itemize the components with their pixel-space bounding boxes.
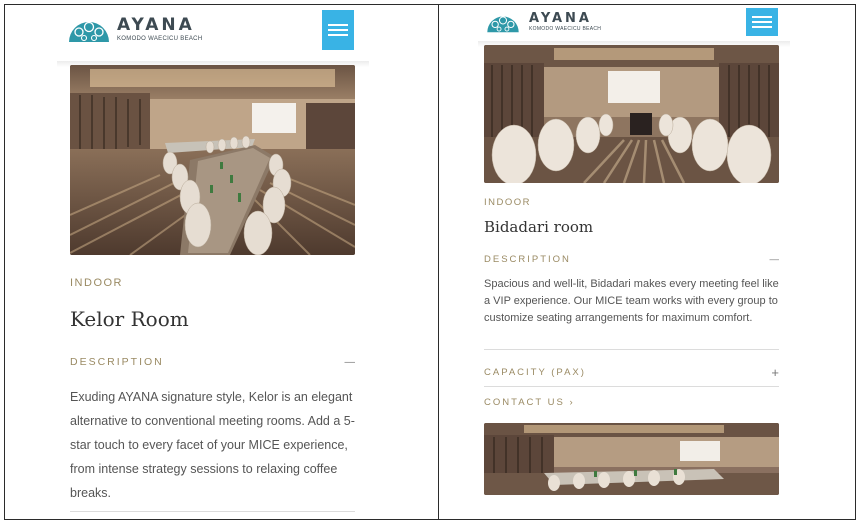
- description-label: DESCRIPTION: [70, 356, 164, 368]
- section-divider: [484, 349, 779, 350]
- ayana-emblem-icon: [69, 21, 109, 42]
- brand-subtitle: KOMODO WAECICU BEACH: [529, 25, 602, 32]
- collapse-icon: —: [344, 356, 356, 368]
- brand-subtitle: KOMODO WAECICU BEACH: [117, 35, 203, 42]
- kelor-room-screen: AYANA KOMODO WAECICU BEACH INDOOR Kelor …: [5, 5, 437, 519]
- panel-divider: [438, 4, 439, 520]
- description-label: DESCRIPTION: [484, 254, 571, 265]
- ayana-emblem-icon: [487, 16, 519, 33]
- menu-button[interactable]: [746, 8, 778, 36]
- brand-name: AYANA: [117, 14, 195, 35]
- description-toggle[interactable]: DESCRIPTION —: [70, 356, 355, 368]
- room-title: Kelor Room: [70, 307, 189, 331]
- bidadari-room-screen: AYANA KOMODO WAECICU BEACH INDOOR Bidada…: [440, 5, 855, 519]
- collapse-icon: —: [769, 254, 780, 265]
- capacity-toggle[interactable]: CAPACITY (PAX) +: [484, 365, 779, 380]
- room-description: Exuding AYANA signature style, Kelor is …: [70, 390, 355, 500]
- expand-icon: +: [771, 365, 779, 380]
- ayana-logo[interactable]: AYANA KOMODO WAECICU BEACH: [483, 11, 601, 33]
- room-title: Bidadari room: [484, 218, 594, 236]
- section-divider: [70, 511, 355, 512]
- hamburger-icon: [328, 24, 348, 26]
- capacity-label: CAPACITY (PAX): [484, 367, 586, 378]
- section-divider: [484, 386, 779, 387]
- menu-button[interactable]: [322, 10, 354, 50]
- room-category: INDOOR: [484, 197, 531, 208]
- kelor-room-photo: [70, 65, 355, 255]
- next-room-photo: [484, 423, 779, 495]
- brand-name: AYANA: [529, 10, 592, 26]
- room-description: Spacious and well-lit, Bidadari makes ev…: [484, 278, 779, 324]
- bidadari-room-photo: [484, 45, 779, 183]
- room-category: INDOOR: [70, 277, 123, 289]
- ayana-logo[interactable]: AYANA KOMODO WAECICU BEACH: [67, 15, 202, 43]
- description-toggle[interactable]: DESCRIPTION —: [484, 254, 779, 265]
- hamburger-icon: [752, 16, 772, 18]
- contact-us-link[interactable]: CONTACT US ›: [484, 397, 575, 408]
